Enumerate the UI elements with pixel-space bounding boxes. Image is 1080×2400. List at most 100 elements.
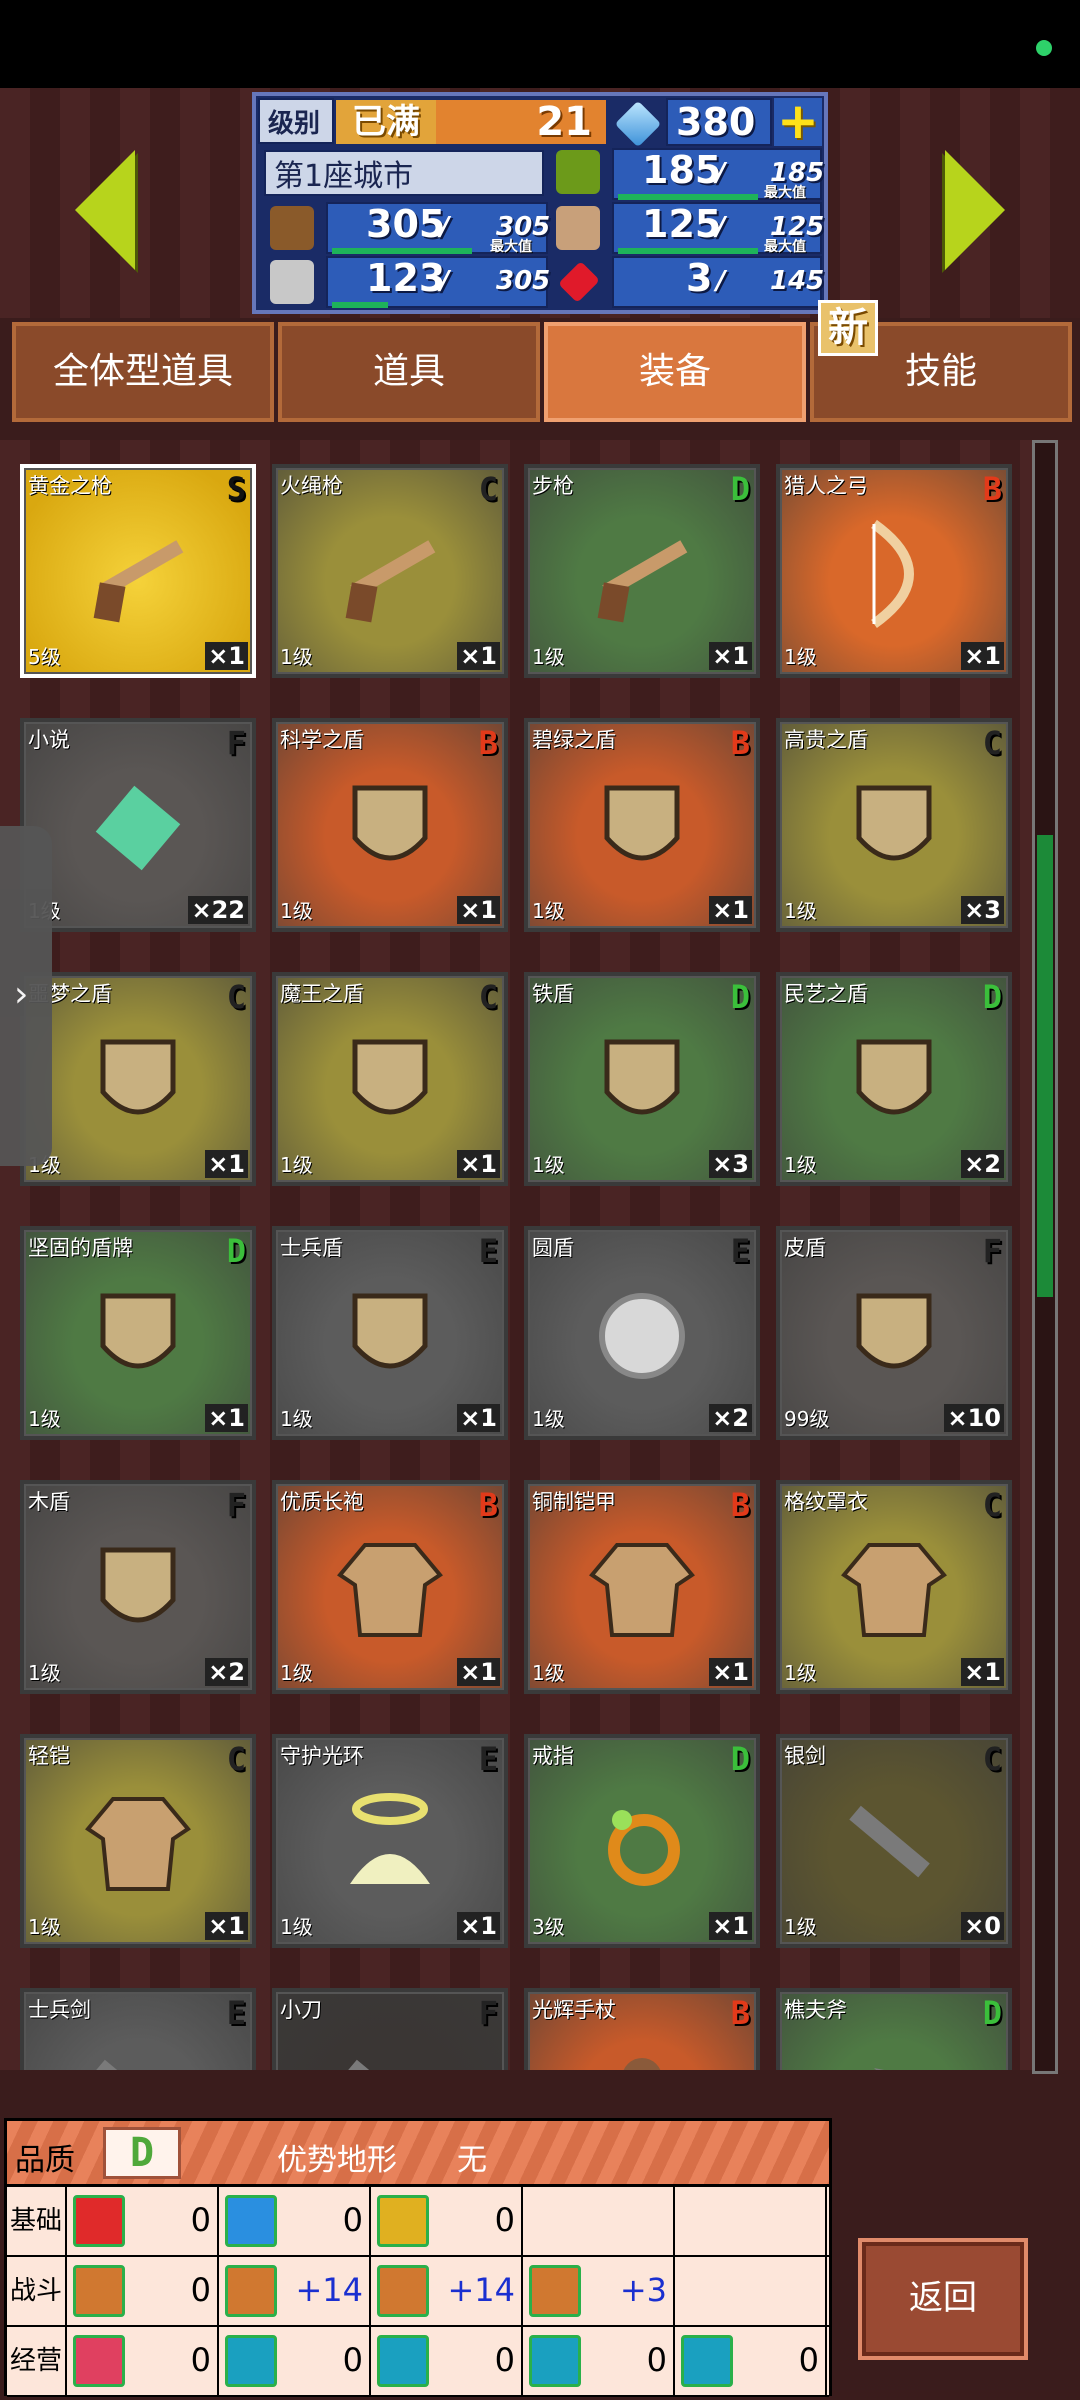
stat-cell: 0	[67, 2187, 219, 2255]
wood-count: 305	[366, 202, 446, 246]
terrain-value: 无	[457, 2143, 487, 2178]
stat-row-label: 经营	[7, 2327, 67, 2395]
wood-icon	[270, 206, 314, 250]
stat-cell	[523, 2187, 675, 2255]
equipment-item[interactable]: 光辉手杖 B	[524, 1988, 760, 2070]
shield-icon	[78, 1022, 198, 1146]
item-quantity: ×10	[944, 1404, 1004, 1432]
item-name: 黄金之枪	[28, 474, 112, 498]
scrollbar-thumb[interactable]	[1037, 835, 1053, 1297]
item-name: 高贵之盾	[784, 728, 868, 752]
equipment-item[interactable]: 坚固的盾牌 D 1级 ×1	[20, 1226, 256, 1440]
category-tabs: 全体型道具 道具 装备 技能 新	[12, 300, 1072, 426]
status-bar	[0, 0, 1080, 88]
add-gem-button[interactable]: +	[774, 96, 822, 146]
scrollbar[interactable]	[1032, 440, 1058, 2074]
shield-icon	[78, 1530, 198, 1654]
item-quantity: ×1	[457, 1404, 500, 1432]
item-name: 步枪	[532, 474, 574, 498]
equipment-item[interactable]: 黄金之枪 S 5级 ×1	[20, 464, 256, 678]
next-city-arrow-icon[interactable]	[945, 150, 1005, 270]
side-drawer-tab[interactable]: ›	[0, 826, 52, 1166]
equipment-item[interactable]: 樵夫斧 D	[776, 1988, 1012, 2070]
tab-items[interactable]: 道具	[278, 322, 540, 422]
equipment-item[interactable]: 戒指 D 3级 ×1	[524, 1734, 760, 1948]
item-grade: F	[478, 1994, 498, 2032]
equipment-item[interactable]: 火绳枪 C 1级 ×1	[272, 464, 508, 678]
equipment-item[interactable]: 优质长袍 B 1级 ×1	[272, 1480, 508, 1694]
item-quantity: ×2	[961, 1150, 1004, 1178]
item-name: 格纹罩衣	[784, 1490, 868, 1514]
equipment-item[interactable]: 魔王之盾 C 1级 ×1	[272, 972, 508, 1186]
item-level: 1级	[784, 645, 817, 669]
shield-icon	[834, 768, 954, 892]
item-grade: D	[730, 978, 750, 1016]
equipment-item[interactable]: 皮盾 F 99级 ×10	[776, 1226, 1012, 1440]
equipment-item[interactable]: 科学之盾 B 1级 ×1	[272, 718, 508, 932]
equipment-item[interactable]: 铜制铠甲 B 1级 ×1	[524, 1480, 760, 1694]
people-count: 125	[642, 202, 722, 246]
robe-icon	[330, 1530, 450, 1654]
item-level: 1级	[784, 1153, 817, 1177]
equipment-item[interactable]: 铁盾 D 1级 ×3	[524, 972, 760, 1186]
tab-equipment[interactable]: 装备	[544, 322, 806, 422]
prev-city-arrow-icon[interactable]	[75, 150, 135, 270]
item-level: 1级	[532, 1407, 565, 1431]
equipment-item[interactable]: 守护光环 E 1级 ×1	[272, 1734, 508, 1948]
stat-cell	[675, 2187, 827, 2255]
item-quantity: ×22	[188, 896, 248, 924]
equipment-item[interactable]: 猎人之弓 B 1级 ×1	[776, 464, 1012, 678]
back-button[interactable]: 返回	[858, 2238, 1028, 2360]
food-icon	[556, 150, 600, 194]
equipment-item[interactable]: 格纹罩衣 C 1级 ×1	[776, 1480, 1012, 1694]
tab-all-items[interactable]: 全体型道具	[12, 322, 274, 422]
city-name: 第1座城市	[264, 150, 544, 196]
people-bar	[618, 248, 758, 254]
stat-value: +14	[447, 2271, 515, 2309]
equipment-item[interactable]: 士兵盾 E 1级 ×1	[272, 1226, 508, 1440]
item-grade: C	[982, 1740, 1002, 1778]
item-quantity: ×3	[709, 1150, 752, 1178]
star-stat-icon	[529, 2265, 581, 2317]
equipment-item[interactable]: 步枪 D 1级 ×1	[524, 464, 760, 678]
level-label: 级别	[258, 98, 334, 144]
stat-value: 0	[190, 2341, 211, 2379]
ruby-count: 3	[686, 256, 713, 300]
stat-row-label: 基础	[7, 2187, 67, 2255]
item-name: 樵夫斧	[784, 1998, 847, 2022]
terrain-label: 优势地形	[277, 2143, 397, 2178]
equipment-list[interactable]: 黄金之枪 S 5级 ×1 火绳枪 C 1级 ×1 步枪 D 1级 ×1 猎人之弓 B 1级 ×1 小说 F 1级 ×2…	[0, 440, 1080, 2070]
item-level: 1级	[532, 1661, 565, 1685]
equipment-item[interactable]: 高贵之盾 C 1级 ×3	[776, 718, 1012, 932]
item-grade: E	[478, 1232, 498, 1270]
item-quantity: ×0	[961, 1912, 1004, 1940]
item-quantity: ×1	[709, 1912, 752, 1940]
item-quantity: ×1	[205, 1404, 248, 1432]
staff-icon	[582, 2038, 702, 2070]
equipment-item[interactable]: 噩梦之盾 C 1级 ×1	[20, 972, 256, 1186]
equipment-item[interactable]: 士兵剑 E	[20, 1988, 256, 2070]
heart-icon	[73, 2195, 125, 2247]
wood-max-label: 最大值	[490, 239, 532, 255]
equipment-item[interactable]: 银剑 C 1级 ×0	[776, 1734, 1012, 1948]
equipment-item[interactable]: 轻铠 C 1级 ×1	[20, 1734, 256, 1948]
item-grade: B	[730, 724, 750, 762]
knife-icon	[330, 2038, 450, 2070]
stat-cell: +14	[371, 2257, 523, 2325]
equipment-item[interactable]: 民艺之盾 D 1级 ×2	[776, 972, 1012, 1186]
hammer-icon	[225, 2335, 277, 2387]
equipment-item[interactable]: 圆盾 E 1级 ×2	[524, 1226, 760, 1440]
item-quantity: ×1	[205, 1150, 248, 1178]
equipment-item[interactable]: 小刀 F	[272, 1988, 508, 2070]
item-name: 小说	[28, 728, 70, 752]
equipment-item[interactable]: 小说F1级×22	[20, 718, 256, 932]
item-name: 士兵盾	[280, 1236, 343, 1260]
equipment-item[interactable]: 碧绿之盾 B 1级 ×1	[524, 718, 760, 932]
item-quantity: ×1	[205, 1912, 248, 1940]
chest-icon	[529, 2335, 581, 2387]
item-level: 1级	[280, 1661, 313, 1685]
item-grade: E	[478, 1740, 498, 1778]
rifle-icon	[582, 514, 702, 638]
item-grade: B	[730, 1994, 750, 2032]
equipment-item[interactable]: 木盾 F 1级 ×2	[20, 1480, 256, 1694]
